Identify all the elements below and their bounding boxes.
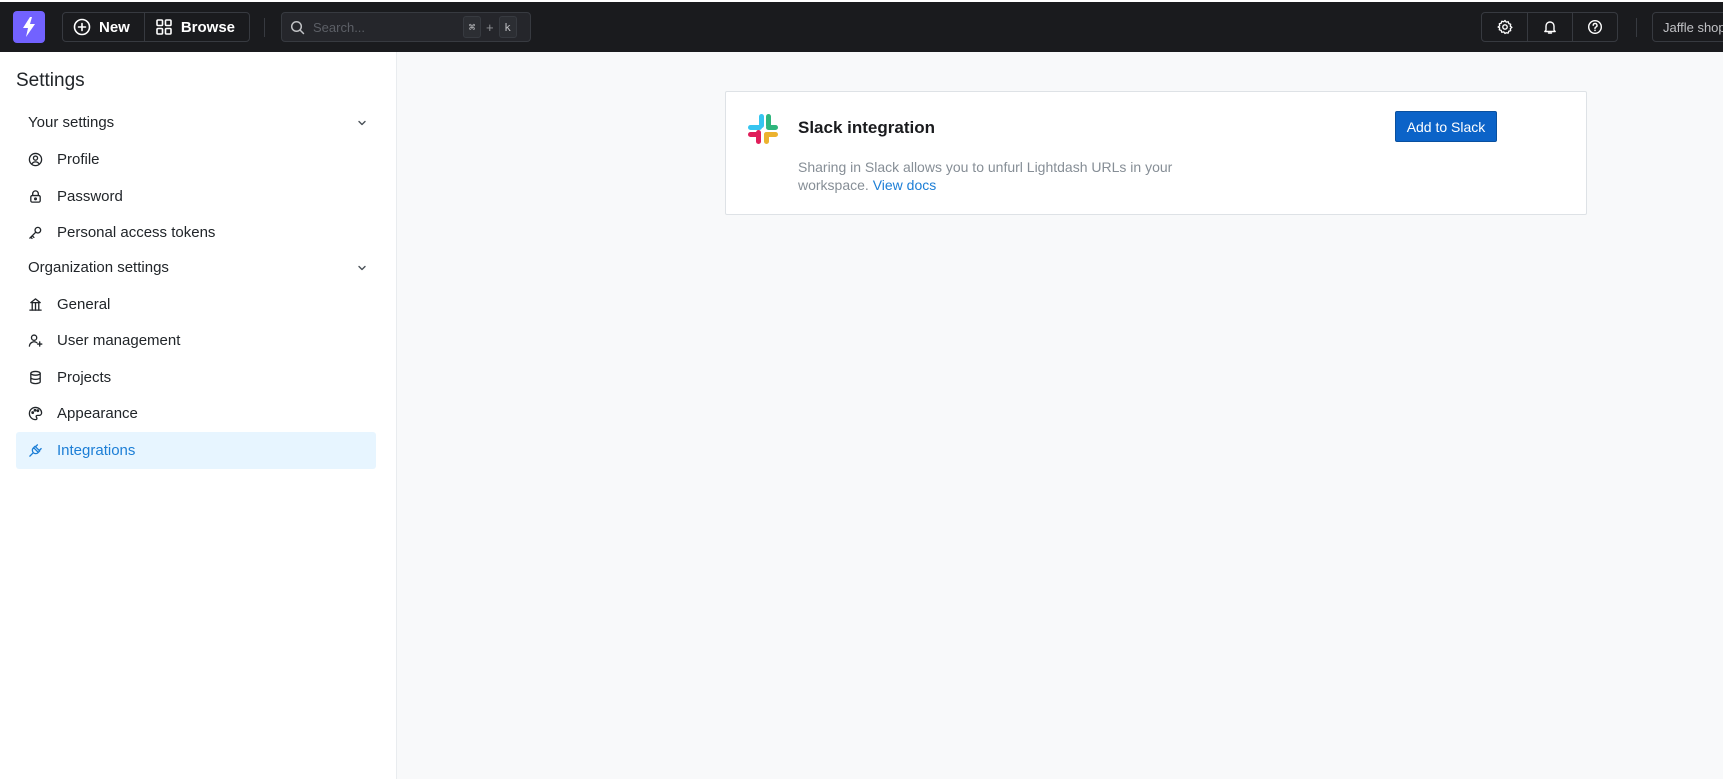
sidebar-item-appearance[interactable]: Appearance xyxy=(16,395,376,432)
help-circle-icon xyxy=(1587,19,1603,35)
grid-icon xyxy=(156,19,172,35)
sidebar-item-user-management[interactable]: User management xyxy=(16,322,376,359)
sidebar-item-label: Appearance xyxy=(57,405,138,422)
sidebar-item-label: Profile xyxy=(57,151,100,168)
shortcut-plus: + xyxy=(486,19,494,35)
shortcut-cmd-key: ⌘ xyxy=(463,16,481,38)
main-content: Slack integration Sharing in Slack allow… xyxy=(397,52,1723,779)
palette-icon xyxy=(28,406,43,421)
settings-sidebar: Settings Your settings Profile Password … xyxy=(0,52,397,779)
lightdash-logo-icon[interactable] xyxy=(13,11,45,43)
sidebar-item-label: Password xyxy=(57,188,123,205)
slack-integration-card: Slack integration Sharing in Slack allow… xyxy=(725,91,1587,215)
new-button[interactable]: New xyxy=(63,13,144,41)
top-navbar: New Browse ⌘ + k Jaffle shop xyxy=(0,2,1723,52)
settings-button[interactable] xyxy=(1482,13,1527,41)
chevron-down-icon xyxy=(358,265,366,270)
sidebar-item-label: General xyxy=(57,296,111,313)
key-icon xyxy=(29,226,42,240)
sidebar-item-personal-access-tokens[interactable]: Personal access tokens xyxy=(16,214,376,251)
card-description: Sharing in Slack allows you to unfurl Li… xyxy=(798,158,1198,194)
section-label: Your settings xyxy=(28,114,115,131)
topbar-icon-group xyxy=(1481,12,1618,42)
toolbar-divider xyxy=(264,18,265,37)
user-circle-icon xyxy=(28,152,43,167)
plus-circle-icon xyxy=(73,18,91,36)
search-input[interactable] xyxy=(313,19,463,35)
bell-icon xyxy=(1544,21,1556,34)
database-icon xyxy=(30,370,41,385)
search-box[interactable]: ⌘ + k xyxy=(281,12,531,42)
new-browse-group: New Browse xyxy=(62,12,251,42)
help-button[interactable] xyxy=(1572,13,1617,41)
section-label: Organization settings xyxy=(28,259,169,276)
project-name: Jaffle shop xyxy=(1663,19,1723,35)
browse-button-label: Browse xyxy=(180,18,236,36)
sidebar-item-projects[interactable]: Projects xyxy=(16,359,376,396)
card-title: Slack integration xyxy=(798,118,935,137)
sidebar-item-password[interactable]: Password xyxy=(16,178,376,215)
toolbar-divider xyxy=(1636,18,1637,37)
sidebar-item-label: Integrations xyxy=(57,442,136,459)
sidebar-item-profile[interactable]: Profile xyxy=(16,141,376,178)
notifications-button[interactable] xyxy=(1527,13,1572,41)
page-title: Settings xyxy=(16,70,85,91)
project-switcher[interactable]: Jaffle shop xyxy=(1652,12,1723,42)
user-plus-icon xyxy=(28,334,43,347)
search-icon xyxy=(290,20,305,34)
lock-icon xyxy=(30,190,41,203)
new-button-label: New xyxy=(99,18,130,36)
sidebar-item-integrations[interactable]: Integrations xyxy=(16,432,376,469)
sidebar-item-label: User management xyxy=(57,332,181,349)
gear-icon xyxy=(1496,19,1513,35)
browse-button[interactable]: Browse xyxy=(143,13,249,41)
sidebar-item-label: Projects xyxy=(57,369,112,386)
add-to-slack-button[interactable]: Add to Slack xyxy=(1395,111,1497,142)
chevron-down-icon xyxy=(358,120,366,125)
plug-icon xyxy=(29,444,42,457)
view-docs-link[interactable]: View docs xyxy=(873,177,937,193)
slack-logo-icon xyxy=(746,112,780,151)
sidebar-item-general[interactable]: General xyxy=(16,286,376,323)
organization-settings-section-toggle[interactable]: Organization settings xyxy=(28,259,368,276)
description-text: Sharing in Slack allows you to unfurl Li… xyxy=(798,159,1173,193)
sidebar-item-label: Personal access tokens xyxy=(57,224,216,241)
shortcut-k-key: k xyxy=(498,16,517,38)
your-settings-section-toggle[interactable]: Your settings xyxy=(28,114,368,131)
building-bank-icon xyxy=(29,298,42,311)
